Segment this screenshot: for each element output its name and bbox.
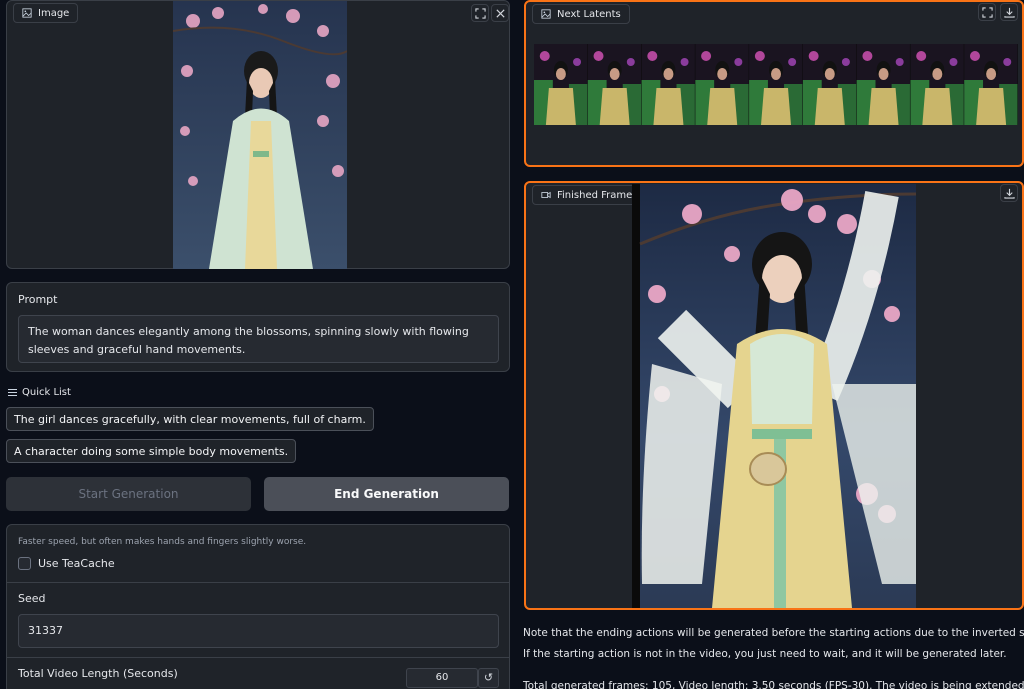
latent-frame — [856, 44, 911, 125]
finished-frames-panel: Finished Frames — [524, 181, 1024, 610]
prompt-panel: Prompt The woman dances elegantly among … — [6, 282, 510, 372]
clear-image-button[interactable] — [491, 4, 509, 22]
end-generation-button[interactable]: End Generation — [264, 477, 509, 511]
image-icon — [22, 8, 32, 18]
prompt-label: Prompt — [18, 293, 58, 306]
image-icon — [541, 9, 551, 19]
video-length-input[interactable]: 60 — [406, 668, 478, 688]
teacache-checkbox[interactable] — [18, 557, 31, 570]
seed-label: Seed — [18, 592, 46, 605]
quick-list-item[interactable]: The girl dances gracefully, with clear m… — [6, 407, 374, 431]
download-icon — [1003, 7, 1015, 18]
finished-frames-label-chip: Finished Frames — [532, 185, 647, 205]
latent-frame — [695, 44, 750, 125]
fullscreen-icon — [474, 7, 486, 19]
fullscreen-icon — [981, 6, 993, 18]
reset-icon[interactable]: ↺ — [478, 668, 499, 688]
divider — [7, 582, 509, 583]
teacache-label: Use TeaCache — [38, 557, 115, 570]
quick-list-item[interactable]: A character doing some simple body movem… — [6, 439, 297, 463]
image-label: Image — [38, 7, 70, 19]
download-button[interactable] — [1000, 184, 1018, 202]
next-latents-label-chip: Next Latents — [532, 4, 630, 24]
image-panel: Image — [6, 0, 510, 269]
finished-frames-label: Finished Frames — [557, 189, 638, 201]
latent-frame — [534, 44, 589, 125]
next-latents-label: Next Latents — [557, 8, 621, 20]
input-image — [173, 1, 347, 269]
seed-input[interactable]: 31337 — [18, 614, 499, 648]
latent-frame — [964, 44, 1018, 125]
note-line-2: If the starting action is not in the vid… — [523, 648, 1007, 660]
quick-list-header: Quick List — [8, 387, 71, 398]
output-video[interactable] — [632, 184, 916, 608]
left-column: Image Prompt The woman dances elegantly … — [0, 0, 515, 689]
download-button[interactable] — [1000, 3, 1018, 21]
video-length-label: Total Video Length (Seconds) — [18, 667, 178, 680]
video-icon — [541, 191, 551, 199]
latent-frame — [802, 44, 858, 125]
latent-frame — [910, 44, 965, 125]
note-line-1: Note that the ending actions will be gen… — [523, 627, 1024, 639]
image-label-chip: Image — [13, 3, 79, 23]
latents-strip — [534, 44, 1018, 125]
download-icon — [1003, 188, 1015, 199]
settings-panel: Faster speed, but often makes hands and … — [6, 524, 510, 689]
latent-frame — [641, 44, 696, 125]
start-generation-button[interactable]: Start Generation — [6, 477, 251, 511]
latent-frame — [587, 44, 643, 125]
list-icon — [8, 389, 17, 396]
close-icon — [495, 8, 505, 18]
latent-frame — [749, 44, 804, 125]
fullscreen-button[interactable] — [978, 3, 996, 21]
fullscreen-button[interactable] — [471, 4, 489, 22]
next-latents-panel: Next Latents — [524, 0, 1024, 167]
quick-list-label: Quick List — [22, 387, 71, 398]
status-line: Total generated frames: 105, Video lengt… — [523, 680, 1024, 689]
right-column: Next Latents Finished Frames Note that t… — [515, 0, 1024, 689]
teacache-hint: Faster speed, but often makes hands and … — [18, 537, 307, 547]
divider — [7, 657, 509, 658]
prompt-textarea[interactable]: The woman dances elegantly among the blo… — [18, 315, 499, 363]
